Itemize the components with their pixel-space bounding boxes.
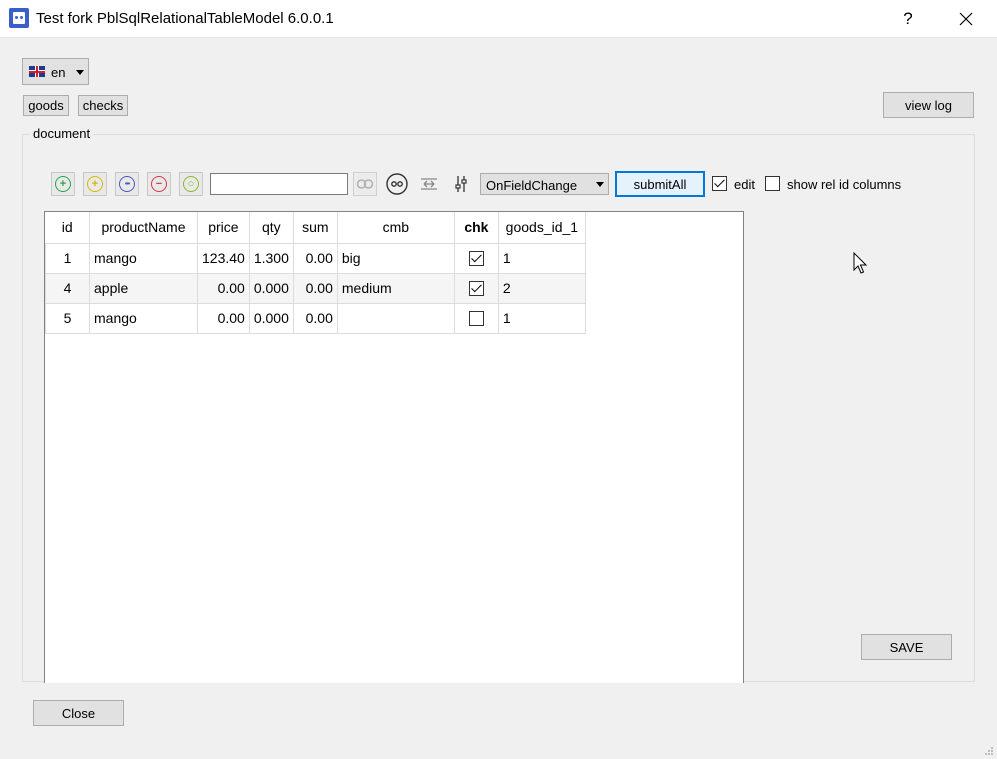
grid-table: id productName price qty sum cmb chk goo… xyxy=(45,212,586,334)
insert-row-icon: + xyxy=(55,176,71,192)
insert-copy-icon: + xyxy=(87,176,103,192)
insert-row-button[interactable]: + xyxy=(51,172,75,196)
data-table[interactable]: id productName price qty sum cmb chk goo… xyxy=(44,211,744,683)
cell-id[interactable]: 1 xyxy=(45,242,90,274)
more-options-icon: ••• xyxy=(119,176,135,192)
cell-price[interactable]: 0.00 xyxy=(197,302,250,334)
app-icon xyxy=(9,8,29,28)
sliders-icon xyxy=(455,176,467,192)
save-button[interactable]: SAVE xyxy=(861,634,952,660)
find-next-button[interactable] xyxy=(385,172,409,196)
cell-chk[interactable] xyxy=(453,272,499,304)
submit-all-button[interactable]: submitAll xyxy=(615,171,705,197)
fit-columns-button[interactable] xyxy=(417,172,441,196)
view-log-button[interactable]: view log xyxy=(883,92,974,118)
row-checkbox[interactable] xyxy=(468,251,484,267)
table-row[interactable]: 5 mango 0.00 0.000 0.00 1 xyxy=(45,302,586,334)
delete-row-icon: − xyxy=(151,176,167,192)
table-row[interactable]: 4 apple 0.00 0.000 0.00 medium 2 xyxy=(45,272,586,304)
cell-qty[interactable]: 1.300 xyxy=(248,242,294,274)
resize-grip-icon[interactable] xyxy=(984,746,994,756)
column-header-sum[interactable]: sum xyxy=(293,212,338,243)
table-row[interactable]: 1 mango 123.40 1.300 0.00 big 1 xyxy=(45,242,586,274)
language-value: en xyxy=(51,65,66,80)
edit-label: edit xyxy=(734,177,755,192)
column-header-price[interactable]: price xyxy=(197,212,250,243)
column-header-chk[interactable]: chk xyxy=(454,212,499,243)
show-rel-id-checkbox[interactable] xyxy=(765,176,780,191)
delete-row-button[interactable]: − xyxy=(147,172,171,196)
cell-price[interactable]: 0.00 xyxy=(197,272,250,304)
row-checkbox[interactable] xyxy=(468,281,484,297)
column-header-qty[interactable]: qty xyxy=(249,212,294,243)
edit-strategy-select[interactable]: OnFieldChange xyxy=(480,173,609,195)
binoculars-icon xyxy=(356,179,374,189)
refresh-icon: ○ xyxy=(183,176,199,192)
close-icon xyxy=(959,12,973,26)
uk-flag-icon xyxy=(29,66,45,77)
row-checkbox[interactable] xyxy=(468,311,484,327)
cell-productname[interactable]: mango xyxy=(89,242,198,274)
cell-cmb[interactable] xyxy=(336,302,455,334)
title-bar: Test fork PblSqlRelationalTableModel 6.0… xyxy=(0,0,997,38)
cell-goods-id-1[interactable]: 1 xyxy=(497,242,586,274)
cell-id[interactable]: 4 xyxy=(45,272,90,304)
cell-chk[interactable] xyxy=(453,242,499,274)
chevron-down-icon xyxy=(76,70,84,75)
column-header-goods-id-1[interactable]: goods_id_1 xyxy=(498,212,586,243)
mouse-cursor-icon xyxy=(853,252,868,274)
column-settings-button[interactable] xyxy=(449,172,473,196)
language-select[interactable]: en xyxy=(22,58,89,85)
find-button[interactable] xyxy=(353,172,377,196)
cell-sum[interactable]: 0.00 xyxy=(292,272,338,304)
column-header-productname[interactable]: productName xyxy=(89,212,198,243)
cell-id[interactable]: 5 xyxy=(45,302,90,334)
column-header-cmb[interactable]: cmb xyxy=(337,212,455,243)
insert-copy-button[interactable]: + xyxy=(83,172,107,196)
cell-sum[interactable]: 0.00 xyxy=(292,302,338,334)
column-header-id[interactable]: id xyxy=(45,212,90,243)
help-button[interactable]: ? xyxy=(885,0,931,38)
edit-checkbox[interactable] xyxy=(712,176,727,191)
close-window-button[interactable] xyxy=(943,0,989,38)
fit-width-icon xyxy=(421,178,437,190)
cell-chk[interactable] xyxy=(453,302,499,334)
group-label: document xyxy=(30,126,94,141)
cell-goods-id-1[interactable]: 1 xyxy=(497,302,586,334)
cell-productname[interactable]: mango xyxy=(89,302,198,334)
cell-cmb[interactable]: medium xyxy=(336,272,455,304)
cell-price[interactable]: 123.40 xyxy=(197,242,250,274)
filter-input[interactable] xyxy=(210,173,348,195)
close-button[interactable]: Close xyxy=(33,700,124,726)
more-options-button[interactable]: ••• xyxy=(115,172,139,196)
edit-strategy-value: OnFieldChange xyxy=(486,178,578,193)
cell-cmb[interactable]: big xyxy=(336,242,455,274)
show-rel-id-label: show rel id columns xyxy=(787,177,902,192)
table-header-row: id productName price qty sum cmb chk goo… xyxy=(45,212,586,243)
goods-button[interactable]: goods xyxy=(23,95,69,116)
cell-qty[interactable]: 0.000 xyxy=(248,302,294,334)
glasses-icon xyxy=(386,173,408,195)
cell-goods-id-1[interactable]: 2 xyxy=(497,272,586,304)
cell-sum[interactable]: 0.00 xyxy=(292,242,338,274)
window-title: Test fork PblSqlRelationalTableModel 6.0… xyxy=(36,10,334,27)
cell-qty[interactable]: 0.000 xyxy=(248,272,294,304)
refresh-button[interactable]: ○ xyxy=(179,172,203,196)
chevron-down-icon xyxy=(596,182,604,187)
cell-productname[interactable]: apple xyxy=(89,272,198,304)
checks-button[interactable]: checks xyxy=(78,95,128,116)
